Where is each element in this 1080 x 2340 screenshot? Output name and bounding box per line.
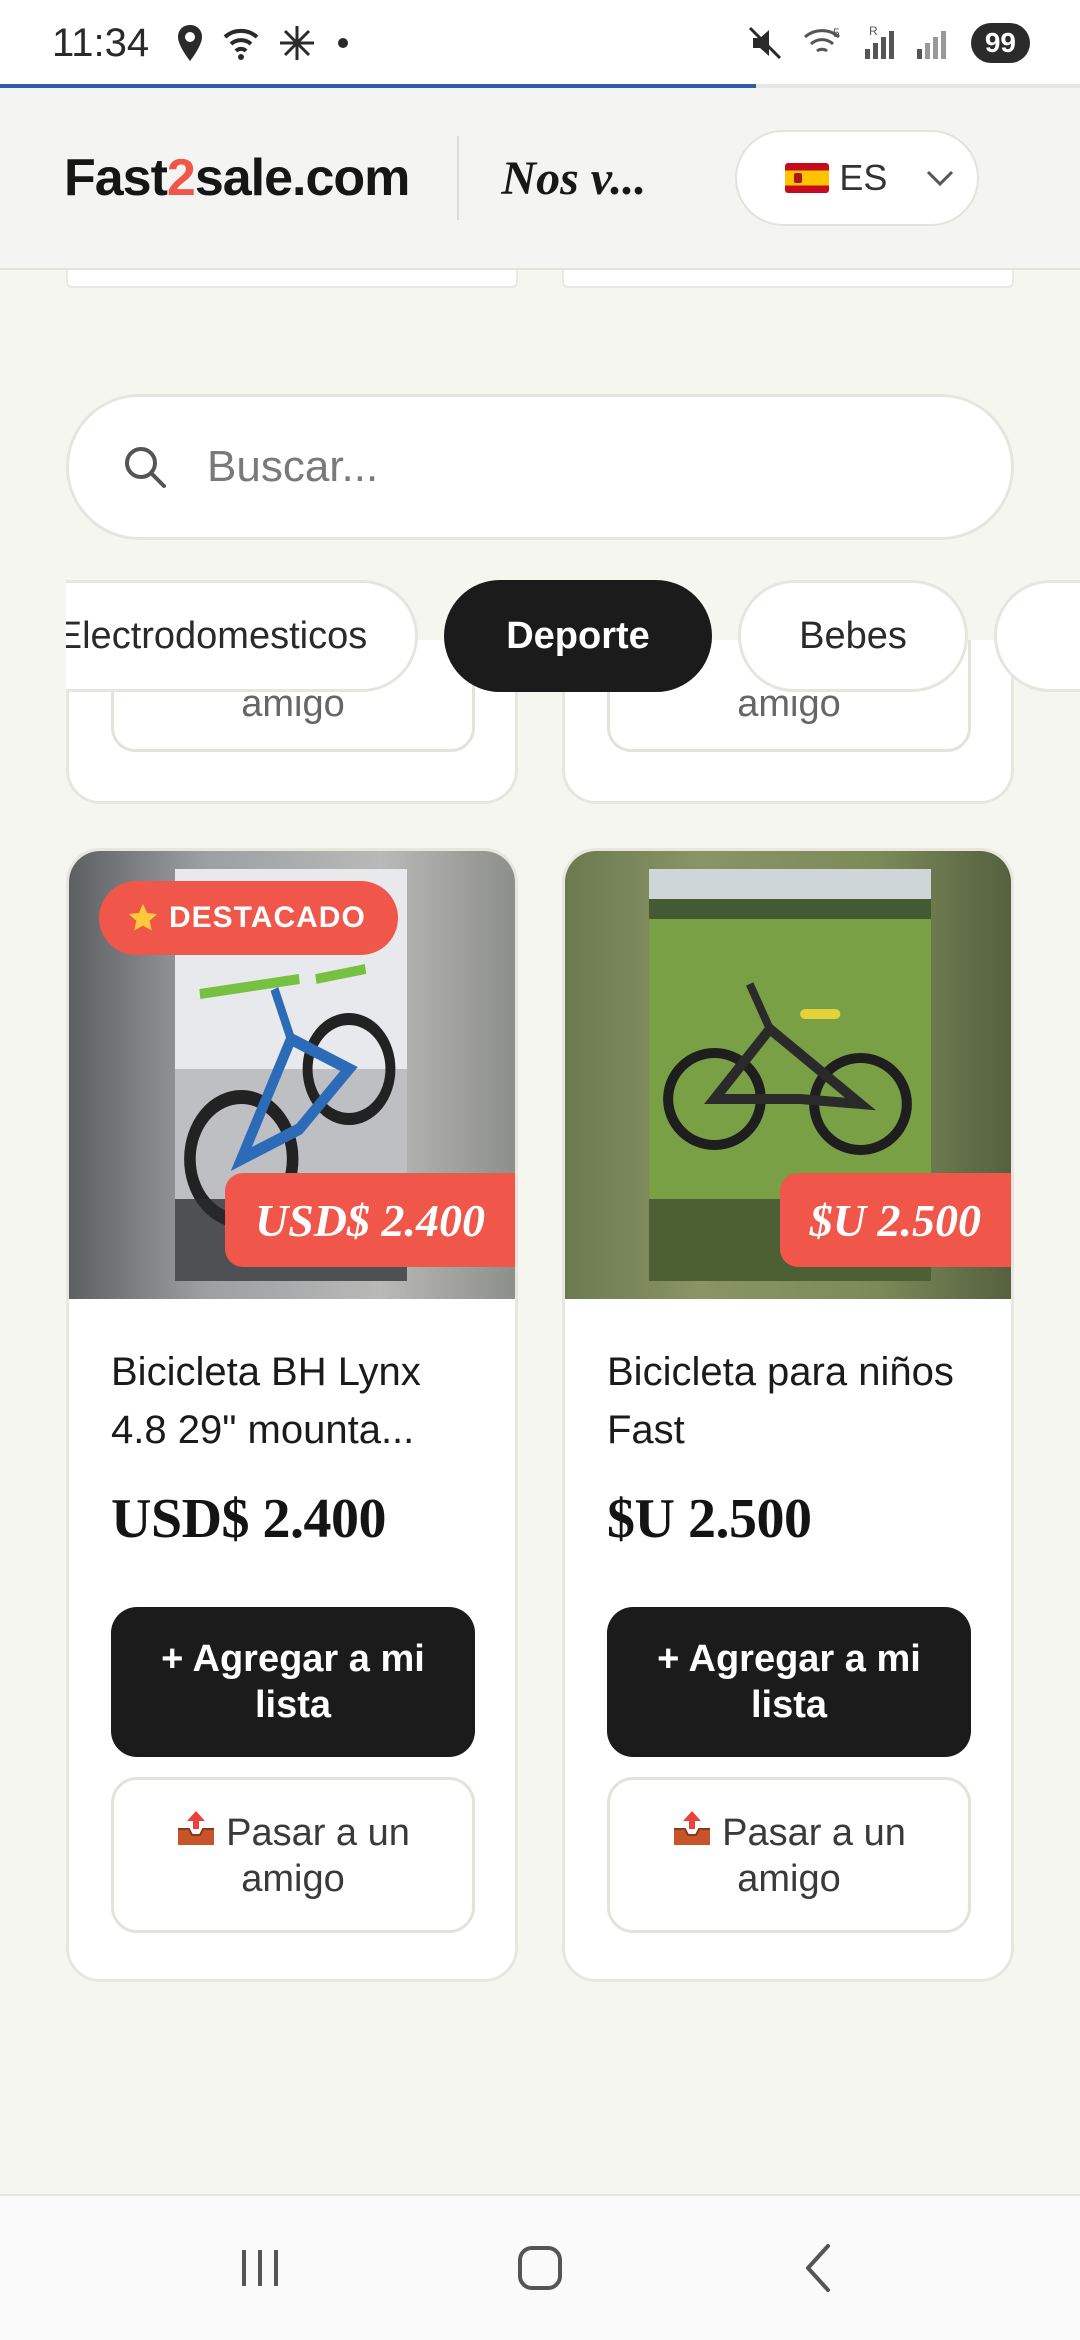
product-body: Bicicleta para niños Fast $U 2.500 + Agr… (565, 1299, 1011, 1933)
category-chip-label: Bebes (799, 614, 907, 657)
status-left: 11:34 (52, 21, 353, 66)
wifi-calling-icon (223, 28, 259, 60)
product-body: Bicicleta BH Lynx 4.8 29" mounta... USD$… (69, 1299, 515, 1933)
add-to-list-button[interactable]: + Agregar a mi lista (607, 1607, 971, 1757)
home-icon[interactable] (510, 2238, 570, 2298)
featured-badge: DESTACADO (99, 881, 398, 955)
outbox-tray-icon (178, 1810, 215, 1845)
mute-icon (748, 26, 781, 60)
product-title[interactable]: Bicicleta BH Lynx 4.8 29" mounta... (111, 1343, 473, 1459)
card-remnant-right (562, 270, 1014, 288)
outbox-tray-icon (674, 1810, 711, 1845)
status-right: 5 R 99 (745, 23, 1030, 63)
language-selector[interactable]: ES (735, 130, 980, 226)
app-header: Fast2sale.com Nos v... ES (0, 88, 1080, 270)
chevron-down-icon (927, 170, 954, 187)
status-time: 11:34 (52, 20, 150, 65)
featured-badge-label: DESTACADO (169, 901, 366, 934)
share-with-friend-label: Pasar a un amigo (722, 1811, 906, 1900)
header-divider (457, 136, 460, 220)
share-with-friend-label: Pasar a un amigo (226, 1811, 410, 1900)
back-icon[interactable] (790, 2238, 850, 2298)
category-track: Electrodomesticos Deporte Bebes (66, 580, 1080, 692)
search-icon (125, 447, 166, 488)
search-input[interactable]: Buscar... (66, 394, 1014, 540)
location-icon (178, 25, 203, 61)
product-price: USD$ 2.400 (111, 1488, 387, 1550)
svg-text:R: R (869, 24, 878, 38)
spain-flag-icon (785, 163, 830, 193)
category-filter-bar[interactable]: Electrodomesticos Deporte Bebes (66, 580, 1080, 696)
add-to-list-button[interactable]: + Agregar a mi lista (111, 1607, 475, 1757)
language-code: ES (839, 157, 888, 198)
recent-apps-icon[interactable] (230, 2238, 290, 2298)
category-chip-label: Deporte (506, 614, 650, 657)
signal-icon (916, 31, 946, 59)
svg-text:5: 5 (833, 26, 840, 40)
product-card[interactable]: $U 2.500 Bicicleta para niños Fast $U 2.… (562, 848, 1014, 1982)
add-to-list-label: + Agregar a mi lista (161, 1638, 425, 1726)
category-chip-electrodomesticos[interactable]: Electrodomesticos (66, 580, 418, 692)
sparkle-icon (280, 26, 315, 60)
star-icon (129, 904, 157, 931)
product-image-area[interactable]: $U 2.500 (565, 851, 1011, 1299)
logo-text-fast: Fast (64, 149, 168, 207)
signal-r-icon: R (864, 24, 894, 59)
price-tag: $U 2.500 (779, 1173, 1011, 1267)
add-to-list-label: + Agregar a mi lista (657, 1638, 921, 1726)
system-nav-bar (0, 2194, 1080, 2340)
search-placeholder: Buscar... (207, 442, 379, 491)
product-price: $U 2.500 (607, 1488, 812, 1550)
header-tagline: Nos v... (501, 151, 647, 205)
site-logo[interactable]: Fast2sale.com (64, 148, 411, 208)
card-remnant-left (66, 270, 518, 288)
price-tag: USD$ 2.400 (224, 1173, 515, 1267)
logo-text-2: 2 (166, 149, 196, 207)
status-bar: 11:34 5 R 99 (0, 0, 1080, 86)
category-chip-next[interactable] (994, 580, 1080, 692)
category-chip-deporte[interactable]: Deporte (444, 580, 712, 692)
product-title[interactable]: Bicicleta para niños Fast (607, 1343, 969, 1459)
notification-dot-icon (338, 38, 349, 48)
product-image-area[interactable]: DESTACADO USD$ 2.400 (69, 851, 515, 1299)
share-with-friend-button[interactable]: Pasar a un amigo (607, 1777, 971, 1933)
category-chip-bebes[interactable]: Bebes (738, 580, 968, 692)
share-with-friend-button[interactable]: Pasar a un amigo (111, 1777, 475, 1933)
category-chip-label: Electrodomesticos (66, 614, 368, 657)
product-card[interactable]: DESTACADO USD$ 2.400 Bicicleta BH Lynx 4… (66, 848, 518, 1982)
wifi-icon: 5 (803, 26, 840, 53)
logo-text-sale: sale.com (194, 149, 411, 207)
battery-indicator: 99 (970, 23, 1030, 63)
